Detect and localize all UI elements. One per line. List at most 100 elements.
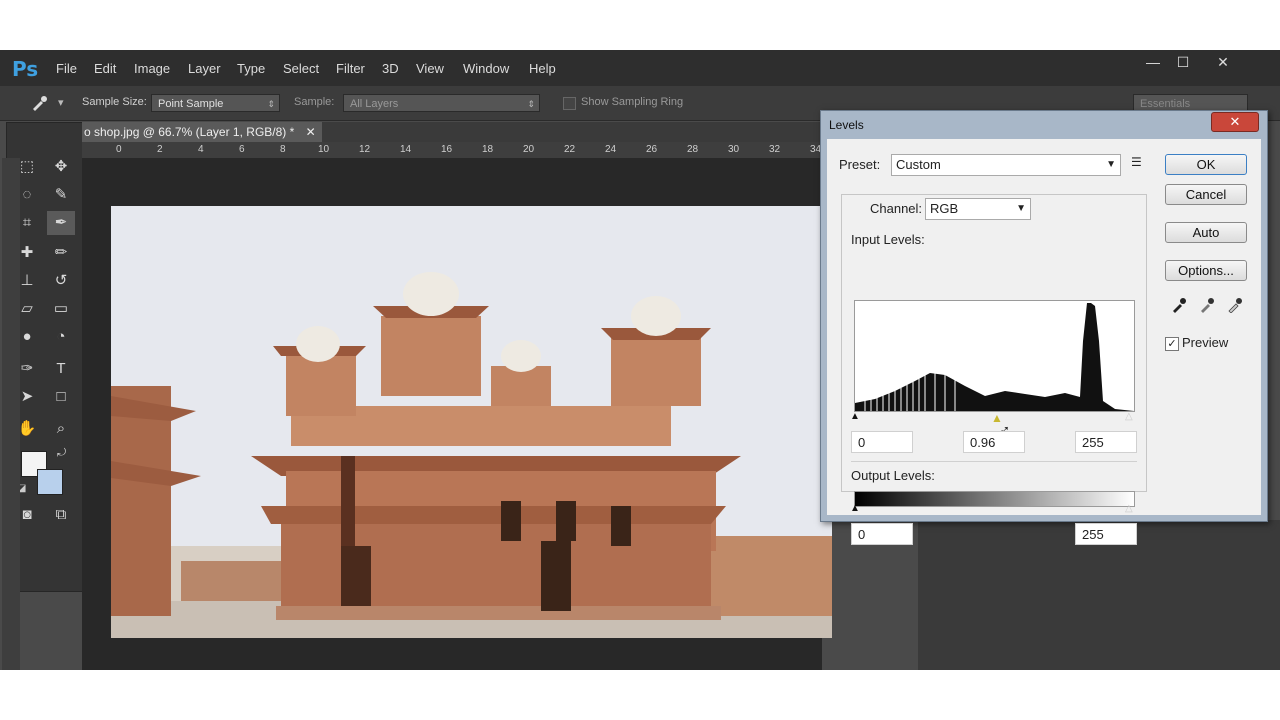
output-white-field[interactable]: 255 xyxy=(1075,523,1137,545)
input-white-field[interactable]: 255 xyxy=(1075,431,1137,453)
levels-dialog: Levels ✕ Preset: Custom ▼ ☰ Channel: RGB ▼… xyxy=(820,110,1268,545)
menu-type[interactable]: Type xyxy=(237,61,265,76)
ok-button[interactable]: OK xyxy=(1165,154,1247,175)
divider xyxy=(851,461,1137,462)
ruler-tick: 32 xyxy=(769,144,781,155)
vertical-ruler xyxy=(2,158,20,670)
input-black-field[interactable]: 0 xyxy=(851,431,913,453)
output-levels-label: Output Levels: xyxy=(851,468,935,483)
channel-label: Channel: xyxy=(867,201,926,216)
show-sampling-ring-checkbox[interactable] xyxy=(563,97,576,110)
menu-image[interactable]: Image xyxy=(134,61,170,76)
menu-window[interactable]: Window xyxy=(463,61,509,76)
ruler-tick: 8 xyxy=(280,144,286,155)
menu-select[interactable]: Select xyxy=(283,61,319,76)
menu-layer[interactable]: Layer xyxy=(188,61,221,76)
preview-checkbox[interactable]: ✓ xyxy=(1165,337,1179,351)
ruler-tick: 16 xyxy=(441,144,453,155)
zoom-tool-icon[interactable]: ⌕ xyxy=(47,417,75,441)
output-gradient xyxy=(854,491,1135,507)
brush-tool-icon[interactable]: ✏ xyxy=(47,241,75,265)
eyedropper-tool-icon[interactable]: ✒ xyxy=(47,211,75,235)
input-black-slider[interactable]: ▲ xyxy=(850,411,860,422)
auto-button[interactable]: Auto xyxy=(1165,222,1247,243)
ruler-tick: 26 xyxy=(646,144,658,155)
document-image[interactable] xyxy=(111,206,832,638)
input-white-slider[interactable]: △ xyxy=(1125,411,1133,422)
background-color-swatch[interactable] xyxy=(37,469,63,495)
histogram xyxy=(854,300,1135,412)
minimize-button[interactable]: — xyxy=(1138,54,1168,74)
black-point-eyedropper-icon[interactable] xyxy=(1171,297,1187,313)
ruler-tick: 12 xyxy=(359,144,371,155)
swap-colors-icon[interactable]: ⤾ xyxy=(57,447,66,460)
sample-select[interactable]: All Layers ⇕ xyxy=(343,94,540,112)
white-point-eyedropper-icon[interactable] xyxy=(1227,297,1243,314)
sample-size-value: Point Sample xyxy=(158,98,224,110)
horizontal-ruler: 0 2 4 6 8 10 12 14 16 18 20 22 24 26 28 … xyxy=(82,142,822,159)
menu-3d[interactable]: 3D xyxy=(382,61,399,76)
channel-select[interactable]: RGB ▼ xyxy=(925,198,1031,220)
menu-help[interactable]: Help xyxy=(529,61,556,76)
dialog-title: Levels xyxy=(829,118,864,132)
maximize-button[interactable]: ☐ xyxy=(1168,54,1198,74)
menu-view[interactable]: View xyxy=(416,61,444,76)
ruler-tick: 6 xyxy=(239,144,245,155)
ruler-tick: 2 xyxy=(157,144,163,155)
preset-value: Custom xyxy=(896,157,941,172)
menu-file[interactable]: File xyxy=(56,61,77,76)
photoshop-window: Ps File Edit Image Layer Type Select Fil… xyxy=(0,50,1280,670)
dialog-close-button[interactable]: ✕ xyxy=(1211,112,1259,132)
chevron-down-icon: ▼ xyxy=(1016,203,1026,214)
input-gamma-field[interactable]: 0.96 xyxy=(963,431,1025,453)
menu-bar: Ps File Edit Image Layer Type Select Fil… xyxy=(0,50,1280,86)
screen-mode-icon[interactable]: ⧉ xyxy=(47,503,75,527)
close-window-button[interactable]: ✕ xyxy=(1208,54,1238,74)
sample-label: Sample: xyxy=(294,96,335,108)
dodge-tool-icon[interactable]: ◔ xyxy=(47,325,75,349)
ruler-tick: 10 xyxy=(318,144,330,155)
ruler-tick: 30 xyxy=(728,144,740,155)
tool-preset-chevron-icon[interactable]: ▾ xyxy=(58,96,64,109)
ruler-tick: 4 xyxy=(198,144,204,155)
ruler-tick: 22 xyxy=(564,144,576,155)
close-tab-icon[interactable]: ✕ xyxy=(306,125,316,139)
menu-filter[interactable]: Filter xyxy=(336,61,365,76)
ruler-tick: 0 xyxy=(116,144,122,155)
rectangle-tool-icon[interactable]: □ xyxy=(47,385,75,409)
options-button[interactable]: Options... xyxy=(1165,260,1247,281)
ruler-tick: 14 xyxy=(400,144,412,155)
output-white-slider[interactable]: △ xyxy=(1125,503,1133,514)
preset-label: Preset: xyxy=(839,157,881,172)
ruler-tick: 20 xyxy=(523,144,535,155)
sample-size-select[interactable]: Point Sample ⇕ xyxy=(151,94,280,112)
workspace-value: Essentials xyxy=(1140,98,1191,110)
history-brush-tool-icon[interactable]: ↺ xyxy=(47,269,75,293)
ruler-tick: 28 xyxy=(687,144,699,155)
quick-select-tool-icon[interactable]: ✎ xyxy=(47,183,75,207)
preset-select[interactable]: Custom ▼ xyxy=(891,154,1121,176)
output-black-field[interactable]: 0 xyxy=(851,523,913,545)
updown-icon: ⇕ xyxy=(527,99,535,109)
cancel-button[interactable]: Cancel xyxy=(1165,184,1247,205)
document-tab-title: o shop.jpg @ 66.7% (Layer 1, RGB/8) * xyxy=(84,125,295,139)
chevron-down-icon: ▼ xyxy=(1106,159,1116,170)
type-tool-icon[interactable]: T xyxy=(47,357,75,381)
gradient-tool-icon[interactable]: ▭ xyxy=(47,297,75,321)
sample-value: All Layers xyxy=(350,98,399,110)
eyedropper-icon[interactable] xyxy=(30,94,48,112)
ruler-tick: 24 xyxy=(605,144,617,155)
preview-label: Preview xyxy=(1182,335,1229,350)
channel-value: RGB xyxy=(930,201,959,216)
ruler-tick: 18 xyxy=(482,144,494,155)
updown-icon: ⇕ xyxy=(267,99,275,109)
show-sampling-ring-label: Show Sampling Ring xyxy=(581,96,684,108)
move-tool-icon[interactable]: ✥ xyxy=(47,155,75,179)
input-levels-label: Input Levels: xyxy=(851,232,925,247)
preset-options-icon[interactable]: ☰ xyxy=(1131,155,1142,169)
ps-logo: Ps xyxy=(12,57,39,81)
menu-edit[interactable]: Edit xyxy=(94,61,116,76)
gray-point-eyedropper-icon[interactable] xyxy=(1199,297,1215,313)
document-tab[interactable]: o shop.jpg @ 66.7% (Layer 1, RGB/8) * ✕ xyxy=(82,122,322,142)
output-black-slider[interactable]: ▲ xyxy=(850,503,860,514)
